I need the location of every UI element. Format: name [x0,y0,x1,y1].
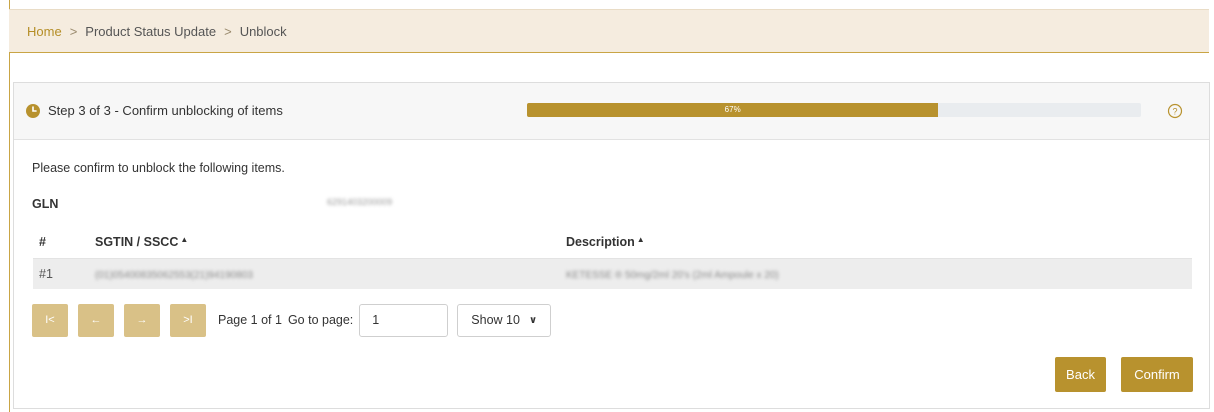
breadcrumb-section[interactable]: Product Status Update [85,24,216,39]
first-page-button[interactable]: I< [32,303,68,337]
confirm-button[interactable]: Confirm [1121,357,1193,392]
breadcrumb-home-link[interactable]: Home [27,24,62,39]
step-title: Step 3 of 3 - Confirm unblocking of item… [48,103,283,118]
column-header-sgtin[interactable]: SGTIN / SSCC ▲ [89,226,560,259]
page-info: Page 1 of 1 [218,313,282,327]
progress-fill: 67% [527,103,939,117]
confirm-panel: Step 3 of 3 - Confirm unblocking of item… [13,82,1210,409]
table-row: #1 (01)05400835062553(21)94190803 KETESS… [33,258,1192,289]
breadcrumb: Home > Product Status Update > Unblock [9,9,1209,53]
row-description: KETESSE ® 50mg/2ml 20's (2ml Ampoule x 2… [560,258,1192,289]
clock-icon [26,104,40,118]
breadcrumb-separator: > [69,24,78,39]
sort-up-icon[interactable]: ▲ [180,235,188,244]
sort-up-icon[interactable]: ▲ [637,235,645,244]
column-header-description[interactable]: Description ▲ [560,226,1192,259]
items-table: # SGTIN / SSCC ▲ Description ▲ #1 (01)0540… [33,226,1192,289]
goto-page-label: Go to page: [287,313,354,327]
column-header-index: # [33,226,89,259]
breadcrumb-separator: > [224,24,232,39]
last-page-button[interactable]: >I [170,303,206,337]
back-button[interactable]: Back [1055,357,1106,392]
gln-value: 6291403200009 [327,197,393,207]
prev-page-button[interactable]: ← [78,303,114,337]
row-sgtin: (01)05400835062553(21)94190803 [89,258,560,289]
gln-label: GLN [32,197,59,211]
page-size-value: Show 10 [471,313,520,327]
left-border [9,0,10,412]
chevron-down-icon: ∨ [528,314,538,326]
svg-text:?: ? [1172,107,1177,117]
goto-page-input[interactable] [359,303,449,337]
pagination: I< ← → >I Page 1 of 1 Go to page: Show 1… [32,303,552,337]
next-page-button[interactable]: → [124,303,160,337]
page-size-select[interactable]: Show 10 ∨ [457,303,552,337]
intro-text: Please confirm to unblock the following … [32,161,285,175]
step-header: Step 3 of 3 - Confirm unblocking of item… [14,83,1209,140]
help-icon[interactable]: ? [1167,103,1183,119]
row-index: #1 [33,258,89,289]
progress-bar: 67% [527,103,1141,117]
breadcrumb-current: Unblock [239,24,287,39]
table-header-row: # SGTIN / SSCC ▲ Description ▲ [33,226,1192,259]
